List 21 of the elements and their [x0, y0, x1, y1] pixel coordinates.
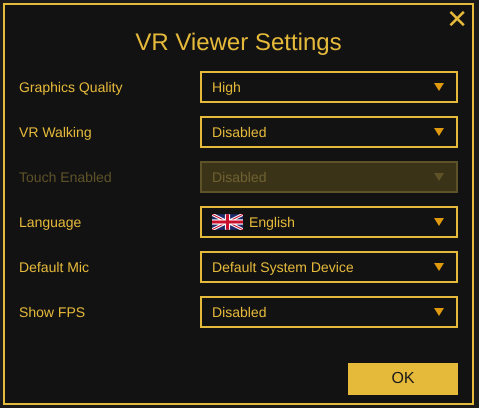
caret-icon — [434, 218, 444, 226]
setting-label: Touch Enabled — [19, 169, 112, 185]
close-button[interactable]: ✕ — [446, 7, 468, 33]
dropdown[interactable]: Default System Device — [200, 251, 458, 283]
dropdown[interactable]: High — [200, 71, 458, 103]
setting-label: Language — [19, 214, 82, 230]
caret-icon — [434, 263, 444, 271]
dropdown[interactable]: Disabled — [200, 116, 458, 148]
setting-label: Show FPS — [19, 304, 86, 320]
caret-icon — [434, 83, 444, 91]
dropdown[interactable]: English — [200, 206, 458, 238]
caret-icon — [434, 173, 444, 181]
dialog-title: VR Viewer Settings — [134, 29, 343, 57]
ok-button[interactable]: OK — [348, 363, 458, 395]
setting-label: Default Mic — [19, 259, 90, 275]
caret-icon — [434, 128, 444, 136]
setting-label: VR Walking — [19, 124, 92, 140]
flag-icon — [212, 214, 243, 230]
setting-label: Graphics Quality — [19, 79, 122, 95]
caret-icon — [434, 308, 444, 316]
dropdown[interactable]: Disabled — [200, 296, 458, 328]
